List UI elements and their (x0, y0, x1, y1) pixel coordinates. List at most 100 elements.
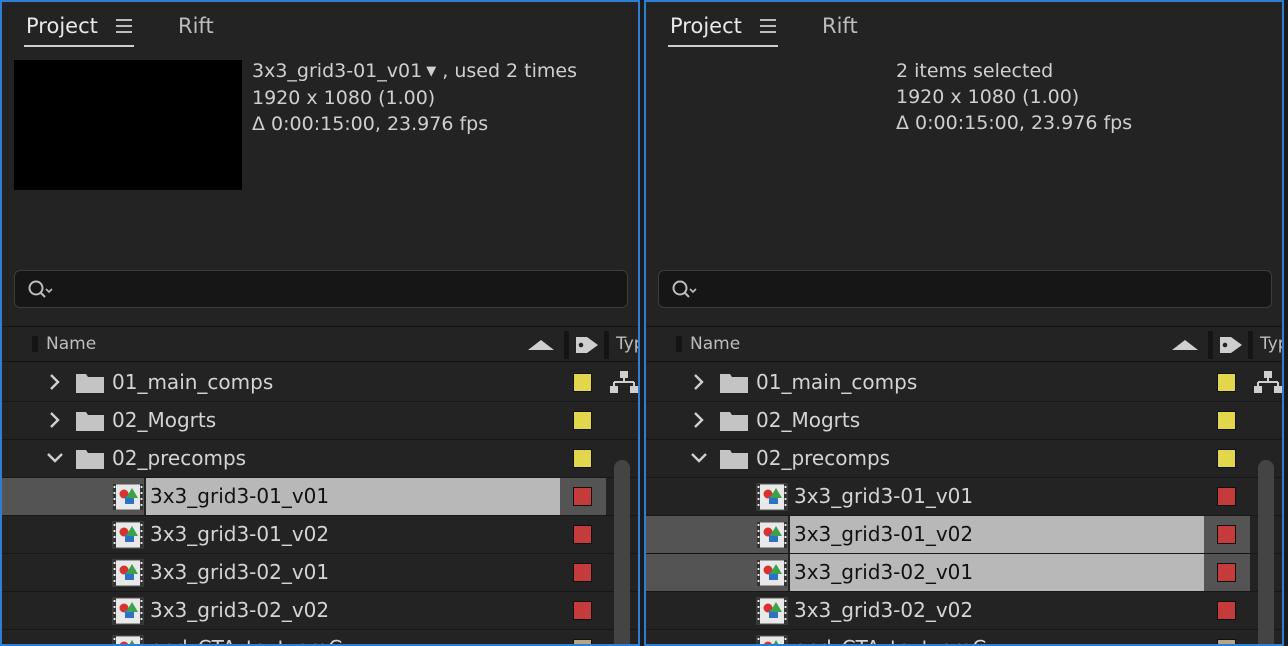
list-item[interactable]: 3x3_grid3-01_v02 (646, 516, 1282, 554)
label-color-swatch[interactable] (1217, 449, 1236, 468)
column-divider[interactable] (1208, 331, 1213, 359)
tab-bar: Project Rift (646, 2, 1282, 52)
composition-icon (756, 521, 788, 549)
chevron-right-icon[interactable] (690, 411, 708, 429)
network-icon (610, 371, 638, 393)
active-tab-underline (668, 45, 778, 47)
item-duration: Δ 0:00:15:00, 23.976 fps (896, 112, 1133, 134)
column-divider[interactable] (1248, 331, 1253, 359)
label-color-swatch[interactable] (1217, 639, 1236, 644)
folder-icon (76, 412, 104, 431)
item-title: 3x3_grid3-01_v01 (252, 60, 423, 82)
list-item[interactable]: 3x3_grid3-01_v01 (2, 478, 638, 516)
list-item[interactable]: 02_precomps (646, 440, 1282, 478)
column-name-header[interactable]: Name (690, 334, 740, 354)
search-input[interactable] (658, 270, 1272, 308)
column-type-header[interactable]: Typ (616, 334, 638, 354)
label-color-swatch[interactable] (573, 411, 592, 430)
label-color-swatch[interactable] (573, 563, 592, 582)
folder-name: 01_main_comps (756, 370, 918, 394)
list-item[interactable]: 3x3_grid3-02_v02 (2, 592, 638, 630)
composition-icon (756, 635, 788, 644)
label-color-swatch[interactable] (573, 601, 592, 620)
list-item[interactable]: 02_precomps (2, 440, 638, 478)
list-header: Name Typ (2, 326, 638, 362)
label-color-swatch[interactable] (1217, 525, 1236, 544)
sort-ascending-icon[interactable] (528, 340, 554, 350)
scrollbar[interactable] (1258, 460, 1274, 644)
panel-menu-icon[interactable] (760, 19, 776, 33)
sort-ascending-icon[interactable] (1172, 340, 1198, 350)
label-color-swatch[interactable] (1217, 373, 1236, 392)
composition-icon (756, 559, 788, 587)
list-item[interactable]: 3x3_grid3-02_v02 (646, 592, 1282, 630)
item-resolution: 1920 x 1080 (1.00) (252, 87, 436, 109)
tab-rift[interactable]: Rift (178, 14, 214, 38)
label-color-swatch[interactable] (1217, 487, 1236, 506)
composition-icon (112, 635, 144, 644)
list-item[interactable]: 02_Mogrts (2, 402, 638, 440)
tab-rift[interactable]: Rift (822, 14, 858, 38)
list-item[interactable]: 3x3_grid3-01_v01 (646, 478, 1282, 516)
chevron-down-icon[interactable] (46, 449, 64, 467)
column-divider[interactable] (564, 331, 569, 359)
composition-name: 3x3_grid3-02_v01 (150, 560, 330, 584)
column-name-header[interactable]: Name (46, 334, 96, 354)
item-usage: , used 2 times (442, 60, 577, 82)
list-header: Name Typ (646, 326, 1282, 362)
search-icon (28, 280, 53, 298)
label-color-swatch[interactable] (573, 449, 592, 468)
chevron-right-icon[interactable] (46, 411, 64, 429)
list-item[interactable]: end_CTA_text_preC (2, 630, 638, 644)
folder-name: 02_precomps (756, 446, 891, 470)
list-item[interactable]: 3x3_grid3-02_v01 (2, 554, 638, 592)
list-item[interactable]: 3x3_grid3-02_v01 (646, 554, 1282, 592)
label-color-swatch[interactable] (1217, 411, 1236, 430)
folder-icon (720, 374, 748, 393)
list-item[interactable]: end_CTA_text_preC (646, 630, 1282, 644)
composition-name: 3x3_grid3-01_v01 (150, 484, 330, 508)
folder-icon (76, 450, 104, 469)
list-item[interactable]: 02_Mogrts (646, 402, 1282, 440)
list-item[interactable]: 01_main_comps (2, 364, 638, 402)
composition-icon (112, 521, 144, 549)
tab-project[interactable]: Project (670, 14, 742, 38)
scrollbar[interactable] (614, 460, 630, 644)
composition-name: end_CTA_text_preC (794, 636, 986, 644)
column-divider[interactable] (604, 331, 609, 359)
used-in-dropdown-icon[interactable]: ▼ (426, 64, 436, 79)
folder-icon (720, 412, 748, 431)
composition-name: 3x3_grid3-01_v02 (150, 522, 330, 546)
label-tag-icon[interactable] (574, 334, 600, 356)
label-color-swatch[interactable] (573, 373, 592, 392)
chevron-down-icon[interactable] (690, 449, 708, 467)
label-color-swatch[interactable] (573, 639, 592, 644)
list-item[interactable]: 3x3_grid3-01_v02 (2, 516, 638, 554)
column-grip[interactable] (32, 336, 38, 352)
list-item[interactable]: 01_main_comps (646, 364, 1282, 402)
composition-name: 3x3_grid3-02_v02 (794, 598, 974, 622)
label-color-swatch[interactable] (573, 525, 592, 544)
composition-icon (112, 597, 144, 625)
project-item-list: 01_main_comps 02_Mogrts 02_precomps 3x3_gri… (646, 364, 1282, 644)
column-type-header[interactable]: Typ (1260, 334, 1282, 354)
folder-name: 02_precomps (112, 446, 247, 470)
active-tab-underline (24, 45, 134, 47)
search-input[interactable] (14, 270, 628, 308)
composition-icon (112, 559, 144, 587)
tab-project[interactable]: Project (26, 14, 98, 38)
label-tag-icon[interactable] (1218, 334, 1244, 356)
label-color-swatch[interactable] (1217, 563, 1236, 582)
composition-name: 3x3_grid3-01_v02 (794, 522, 974, 546)
composition-icon (756, 597, 788, 625)
item-resolution: 1920 x 1080 (1.00) (896, 86, 1080, 108)
label-color-swatch[interactable] (1217, 601, 1236, 620)
chevron-right-icon[interactable] (690, 373, 708, 391)
chevron-right-icon[interactable] (46, 373, 64, 391)
label-color-swatch[interactable] (573, 487, 592, 506)
column-grip[interactable] (676, 336, 682, 352)
project-panel-left: Project Rift 3x3_grid3-01_v01 ▼ , used 2 … (0, 0, 640, 646)
panel-menu-icon[interactable] (116, 19, 132, 33)
folder-name: 02_Mogrts (112, 408, 217, 432)
composition-name: end_CTA_text_preC (150, 636, 342, 644)
